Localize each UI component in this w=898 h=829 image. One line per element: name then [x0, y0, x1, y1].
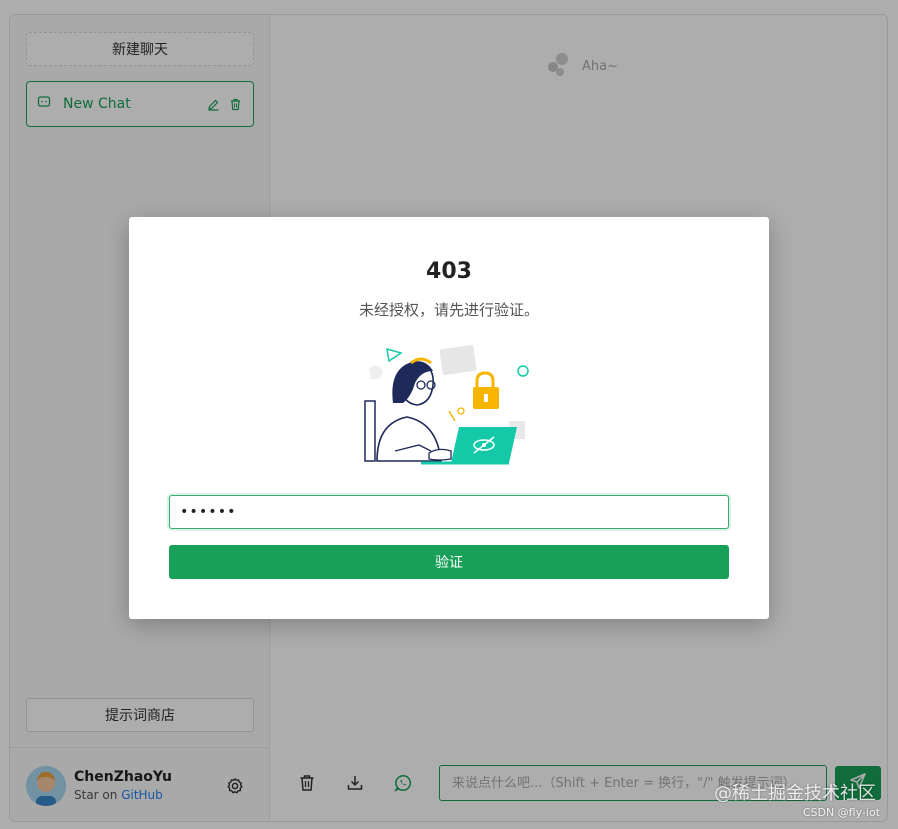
watermark-secondary: CSDN @fly-iot	[802, 806, 880, 819]
auth-modal: 403 未经授权，请先进行验证。 •••••• 验证	[129, 217, 769, 619]
unauthorized-illustration	[359, 341, 539, 467]
password-input[interactable]	[169, 495, 729, 529]
watermark-primary: @稀土掘金技术社区	[714, 783, 876, 804]
verify-button[interactable]: 验证	[169, 545, 729, 579]
modal-title: 403	[426, 259, 472, 284]
modal-description: 未经授权，请先进行验证。	[358, 301, 539, 319]
